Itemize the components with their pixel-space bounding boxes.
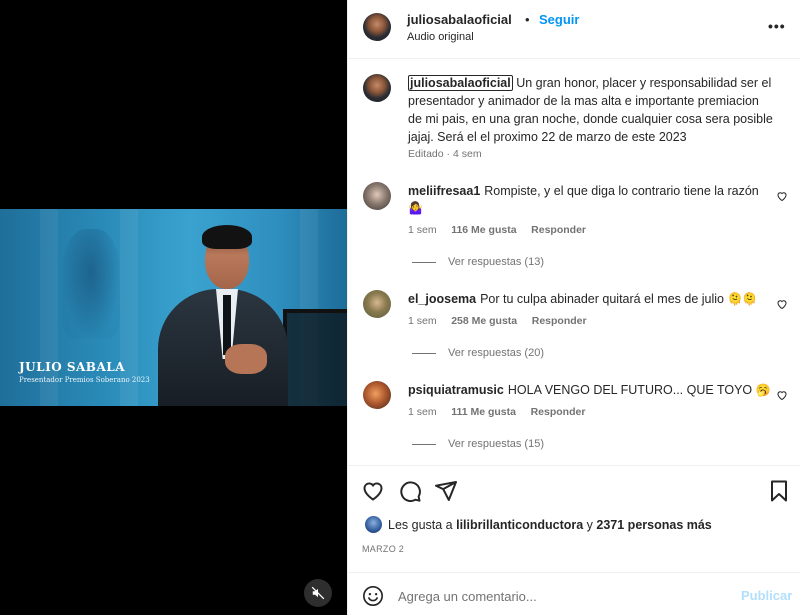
post-modal: JULIO SABALA Presentador Premios Soberan… [0,0,800,615]
comment-like-heart-icon[interactable] [776,190,788,202]
comment-bar: Publicar [348,572,800,615]
author-avatar[interactable] [363,13,391,41]
video-pane[interactable]: JULIO SABALA Presentador Premios Soberan… [0,0,347,615]
reply-button[interactable]: Responder [531,224,586,236]
view-replies-label[interactable]: Ver respuestas (20) [448,347,544,359]
comment-body: el_joosema Por tu culpa abinader quitará … [408,292,768,306]
caption-avatar[interactable] [363,74,391,102]
comment-avatar[interactable] [363,381,391,409]
video-caption-subtitle: Presentador Premios Soberano 2023 [19,376,150,384]
comment-emoji: 🫠🫠 [727,292,758,306]
view-replies-label[interactable]: Ver respuestas (15) [448,438,544,450]
comment-like-heart-icon[interactable] [776,298,788,310]
comment-time[interactable]: 1 sem [408,315,437,327]
more-options-icon[interactable]: ••• [768,18,786,34]
liker-username[interactable]: lilibrillanticonductora [456,518,583,532]
likes-summary: Les gusta a lilibrillanticonductora y 23… [388,518,712,532]
liker-avatar[interactable] [365,516,382,533]
likes-count[interactable]: 2371 personas más [596,518,711,532]
post-header: juliosabalaoficial • Seguir Audio origin… [348,0,800,59]
comment-time[interactable]: 1 sem [408,224,437,236]
comment-text: Por tu culpa abinader quitará el mes de … [480,292,724,306]
replies-divider [412,261,436,263]
comment-meta: 1 sem 258 Me gusta Responder [408,315,587,327]
comment-text: HOLA VENGO DEL FUTURO... QUE TOYO [507,383,753,397]
author-username[interactable]: juliosabalaoficial [407,12,512,27]
likes-prefix: Les gusta a [388,518,457,532]
heart-icon[interactable] [361,479,385,503]
comment-likes[interactable]: 111 Me gusta [451,406,516,418]
comment-username[interactable]: el_joosema [408,292,476,306]
presenter-hair [202,225,252,249]
action-bar [348,465,800,510]
caption-time[interactable]: 4 sem [453,148,482,160]
presenter-hands [225,344,267,374]
audio-label[interactable]: Audio original [407,31,474,43]
video-frame[interactable]: JULIO SABALA Presentador Premios Soberan… [0,209,347,406]
comment-meta: 1 sem 111 Me gusta Responder [408,406,585,418]
share-icon[interactable] [434,479,458,503]
comment-username[interactable]: meliifresaa1 [408,184,480,198]
comment-avatar[interactable] [363,182,391,210]
follow-button[interactable]: Seguir [539,12,579,27]
trophy-shadow [62,229,120,339]
caption-meta: Editado · 4 sem [408,148,482,160]
comment-likes[interactable]: 116 Me gusta [451,224,516,236]
speaker-muted-icon [311,586,325,600]
separator-dot: • [525,12,530,27]
comment-meta: 1 sem 116 Me gusta Responder [408,224,586,236]
comment-text: Rompiste, y el que diga lo contrario tie… [484,184,759,198]
video-caption-name: JULIO SABALA [19,360,126,374]
comment-body: meliifresaa1 Rompiste, y el que diga lo c… [408,184,768,198]
post-date[interactable]: MARZO 2 [362,544,404,554]
comment-emoji: 🤷‍♀️ [408,201,423,215]
comment-username[interactable]: psiquiatramusic [408,383,504,397]
comment-body: psiquiatramusic HOLA VENGO DEL FUTURO... … [408,383,771,397]
view-replies-button[interactable]: Ver respuestas (13) [412,256,544,268]
comment-input[interactable] [398,583,728,609]
comment-icon[interactable] [398,479,422,503]
post-details: juliosabalaoficial • Seguir Audio origin… [347,0,800,615]
post-caption: juliosabalaoficial Un gran honor, placer… [408,74,773,146]
meta-dot: · [446,148,451,160]
reply-button[interactable]: Responder [531,406,586,418]
reply-button[interactable]: Responder [532,315,587,327]
comment-avatar[interactable] [363,290,391,318]
likes-middle: y [583,518,597,532]
publish-button[interactable]: Publicar [741,588,792,603]
caption-username[interactable]: juliosabalaoficial [408,75,513,91]
mute-button[interactable] [304,579,332,607]
replies-divider [412,352,436,354]
director-chair [283,309,347,406]
comment-time[interactable]: 1 sem [408,406,437,418]
comment-likes[interactable]: 258 Me gusta [451,315,517,327]
replies-divider [412,443,436,445]
edited-label: Editado [408,148,444,160]
view-replies-button[interactable]: Ver respuestas (15) [412,438,544,450]
bookmark-icon[interactable] [767,479,791,503]
view-replies-label[interactable]: Ver respuestas (13) [448,256,544,268]
smiley-icon[interactable] [362,585,384,607]
comment-like-heart-icon[interactable] [776,389,788,401]
comment-emoji: 🥱 [755,383,771,397]
view-replies-button[interactable]: Ver respuestas (20) [412,347,544,359]
